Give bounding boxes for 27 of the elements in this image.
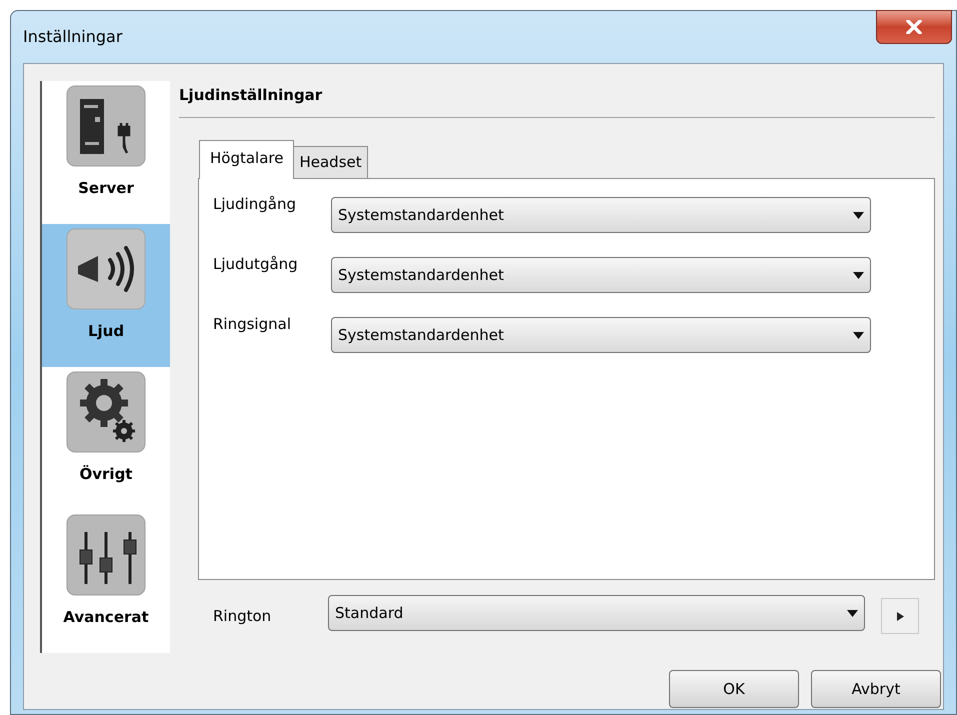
section-title: Ljudinställningar xyxy=(179,85,324,106)
sliders-icon xyxy=(66,514,146,596)
dialog-button[interactable]: OK xyxy=(669,670,799,708)
gears-icon xyxy=(66,371,146,453)
close-icon xyxy=(906,20,922,34)
field-label: Ringsignal xyxy=(213,314,292,335)
device-dropdown[interactable]: Systemstandardenhet xyxy=(331,317,871,353)
field-label: Ljudingång xyxy=(213,194,297,215)
field-label: Ljudutgång xyxy=(213,254,299,275)
tab[interactable]: Högtalare xyxy=(199,140,294,179)
play-button[interactable] xyxy=(881,598,919,634)
dialog-button[interactable]: Avbryt xyxy=(811,670,941,708)
server-plug-icon xyxy=(66,85,146,167)
ringtone-label: Rington xyxy=(213,606,272,627)
play-icon xyxy=(896,612,904,620)
dropdown-arrow-icon xyxy=(853,272,864,278)
sidebar-item[interactable]: Ljud xyxy=(42,224,170,367)
window-title: Inställningar xyxy=(23,26,122,48)
speaker-icon xyxy=(66,228,146,310)
device-dropdown[interactable]: Systemstandardenhet xyxy=(331,257,871,293)
ringtone-dropdown[interactable]: Standard xyxy=(328,595,865,631)
device-dropdown[interactable]: Systemstandardenhet xyxy=(331,197,871,233)
dropdown-arrow-icon xyxy=(853,332,864,338)
dropdown-arrow-icon xyxy=(847,610,858,616)
dropdown-arrow-icon xyxy=(853,212,864,218)
close-button[interactable] xyxy=(876,10,952,44)
tab[interactable]: Headset xyxy=(294,146,368,179)
